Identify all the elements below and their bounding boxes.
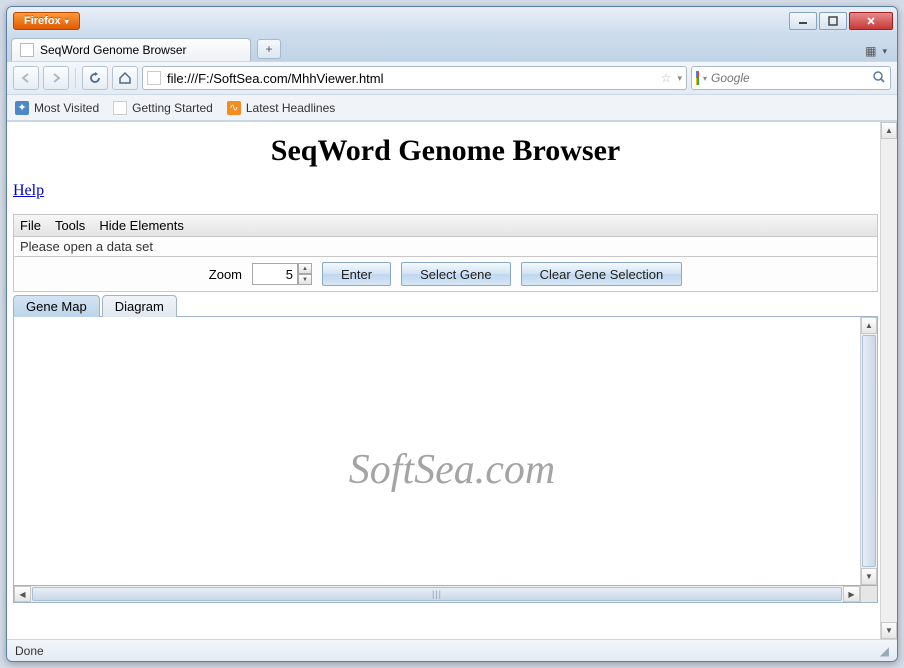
new-tab-button[interactable]: + [257, 39, 281, 59]
home-button[interactable] [112, 66, 138, 90]
close-icon [866, 16, 876, 26]
scroll-up-icon[interactable]: ▲ [861, 317, 877, 334]
zoom-spinner-buttons: ▲ ▼ [298, 263, 312, 285]
zoom-up-button[interactable]: ▲ [298, 263, 312, 274]
tabstrip-dropdown-icon[interactable]: ▾ [882, 46, 887, 57]
tab-gene-map[interactable]: Gene Map [13, 295, 100, 317]
scroll-up-icon[interactable]: ▲ [881, 122, 897, 139]
scroll-right-icon[interactable]: ▶ [843, 586, 860, 602]
content-panel: ▲ ▼ [13, 316, 878, 586]
reload-icon [88, 71, 102, 85]
scrollbar-corner [860, 586, 877, 602]
panel-horizontal-scrollbar[interactable]: ◀ ||| ▶ [13, 586, 878, 603]
bookmark-latest-headlines[interactable]: ∿ Latest Headlines [227, 101, 335, 115]
url-dropdown-icon[interactable]: ▾ [677, 73, 682, 84]
tab-diagram[interactable]: Diagram [102, 295, 177, 317]
maximize-icon [828, 16, 838, 26]
navigation-toolbar: ☆ ▾ ▾ [7, 61, 897, 95]
page-vertical-scrollbar[interactable]: ▲ ▼ [880, 122, 897, 639]
bookmarks-toolbar: ✦ Most Visited Getting Started ∿ Latest … [7, 95, 897, 121]
zoom-spinner: ▲ ▼ [252, 263, 312, 285]
tab-strip: SeqWord Genome Browser + ▦ ▾ [7, 35, 897, 61]
status-bar: Done ◢ [7, 639, 897, 661]
enter-button[interactable]: Enter [322, 262, 391, 286]
content-area: SeqWord Genome Browser Help File Tools H… [7, 121, 897, 639]
page-icon [147, 71, 161, 85]
zoom-down-button[interactable]: ▼ [298, 274, 312, 285]
tab-title: SeqWord Genome Browser [40, 43, 187, 57]
search-bar[interactable]: ▾ [691, 66, 891, 90]
panel-inner [14, 317, 860, 585]
minimize-button[interactable] [789, 12, 817, 30]
scroll-down-icon[interactable]: ▼ [861, 568, 877, 585]
rss-icon: ∿ [227, 101, 241, 115]
resize-grip-icon[interactable]: ◢ [880, 644, 889, 658]
menu-tools[interactable]: Tools [55, 218, 85, 233]
menu-hide-elements[interactable]: Hide Elements [99, 218, 184, 233]
google-icon [696, 71, 699, 85]
minimize-icon [798, 16, 808, 26]
window-controls [789, 12, 893, 30]
menu-file[interactable]: File [20, 218, 41, 233]
bookmark-label: Getting Started [132, 101, 213, 115]
reload-button[interactable] [82, 66, 108, 90]
controls-row: Zoom ▲ ▼ Enter Select Gene Clear Gene Se… [13, 257, 878, 292]
back-arrow-icon [19, 71, 33, 85]
page-title: SeqWord Genome Browser [13, 134, 878, 168]
zoom-input[interactable] [252, 263, 298, 285]
scroll-left-icon[interactable]: ◀ [14, 586, 31, 602]
scrollbar-thumb[interactable] [862, 335, 876, 567]
page-icon [20, 43, 34, 57]
search-engine-dropdown-icon[interactable]: ▾ [703, 74, 707, 83]
bookmark-star-icon[interactable]: ☆ [661, 71, 672, 85]
back-button[interactable] [13, 66, 39, 90]
list-all-tabs-icon[interactable]: ▦ [865, 44, 876, 58]
titlebar: Firefox [7, 7, 897, 35]
zoom-label: Zoom [209, 267, 242, 282]
home-icon [118, 71, 132, 85]
scrollbar-thumb[interactable]: ||| [32, 587, 842, 601]
app-menubar: File Tools Hide Elements [13, 214, 878, 237]
maximize-button[interactable] [819, 12, 847, 30]
scrollbar-track[interactable]: ||| [31, 586, 843, 602]
search-go-icon[interactable] [872, 70, 886, 87]
content-tabs: Gene Map Diagram [13, 295, 878, 317]
firefox-menu-button[interactable]: Firefox [13, 12, 80, 30]
status-text: Done [15, 644, 44, 658]
status-message: Please open a data set [13, 237, 878, 257]
tabstrip-right: ▦ ▾ [865, 44, 893, 61]
browser-window: Firefox SeqWord Genome Browser + ▦ ▾ [6, 6, 898, 662]
panel-vertical-scrollbar[interactable]: ▲ ▼ [860, 317, 877, 585]
search-input[interactable] [711, 71, 868, 85]
bookmark-most-visited[interactable]: ✦ Most Visited [15, 101, 99, 115]
bookmark-label: Latest Headlines [246, 101, 335, 115]
page-icon [113, 101, 127, 115]
scrollbar-track[interactable] [881, 139, 897, 622]
url-bar[interactable]: ☆ ▾ [142, 66, 687, 90]
select-gene-button[interactable]: Select Gene [401, 262, 511, 286]
help-link[interactable]: Help [13, 182, 44, 199]
scroll-down-icon[interactable]: ▼ [881, 622, 897, 639]
bookmark-label: Most Visited [34, 101, 99, 115]
firefox-label: Firefox [24, 15, 61, 27]
browser-tab[interactable]: SeqWord Genome Browser [11, 38, 251, 61]
page-body: SeqWord Genome Browser Help File Tools H… [7, 122, 880, 639]
forward-button[interactable] [43, 66, 69, 90]
clear-gene-selection-button[interactable]: Clear Gene Selection [521, 262, 683, 286]
forward-arrow-icon [49, 71, 63, 85]
bookmark-getting-started[interactable]: Getting Started [113, 101, 213, 115]
most-visited-icon: ✦ [15, 101, 29, 115]
url-input[interactable] [167, 71, 655, 86]
close-button[interactable] [849, 12, 893, 30]
